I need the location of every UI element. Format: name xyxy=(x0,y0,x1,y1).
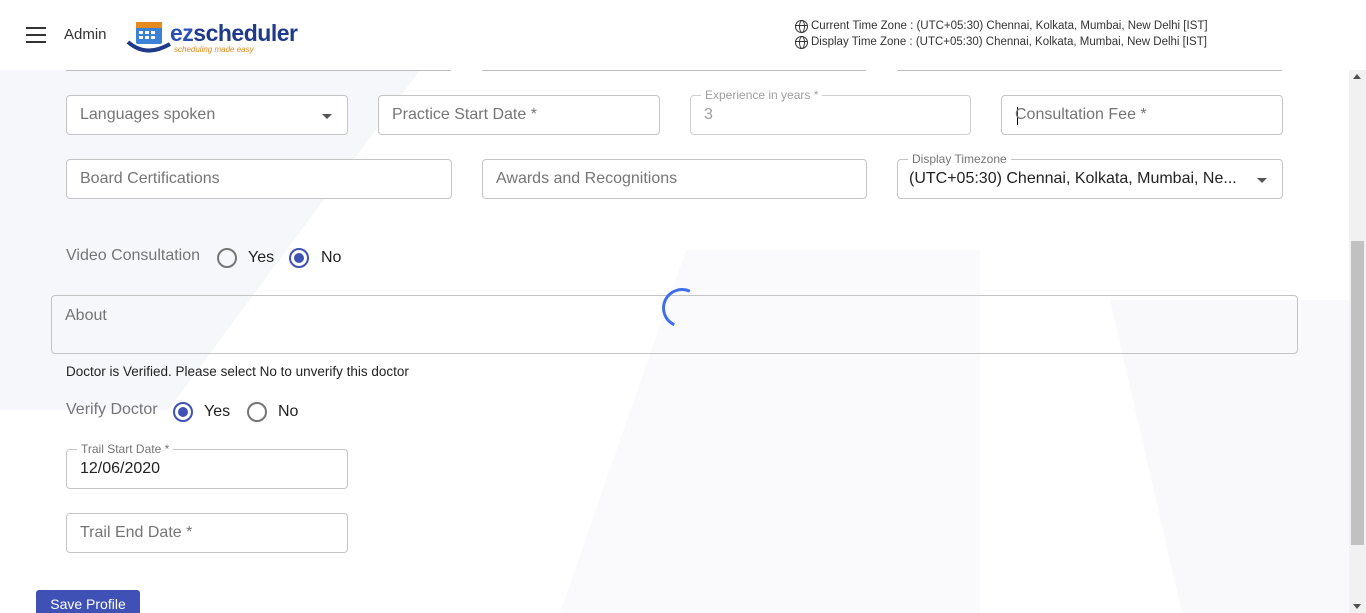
experience-years-field[interactable]: Experience in years * 3 xyxy=(690,88,971,135)
logo-text: ezscheduler xyxy=(170,20,298,46)
dropdown-arrow-icon xyxy=(1257,178,1267,183)
scroll-down-arrow-icon[interactable] xyxy=(1353,604,1361,609)
admin-label: Admin xyxy=(64,26,107,43)
globe-icon xyxy=(795,35,808,49)
board-certifications-field[interactable]: Board Certifications xyxy=(66,159,452,199)
dropdown-arrow-icon xyxy=(322,114,332,119)
video-consultation-no-label[interactable]: No xyxy=(321,249,341,267)
hamburger-menu-icon[interactable] xyxy=(26,27,46,43)
current-timezone: Current Time Zone : (UTC+05:30) Chennai,… xyxy=(795,18,1208,34)
verify-doctor-yes-radio[interactable] xyxy=(173,402,193,422)
calendar-logo-icon xyxy=(126,22,172,53)
verify-doctor-no-radio[interactable] xyxy=(247,402,267,422)
awards-recognitions-field[interactable]: Awards and Recognitions xyxy=(482,159,867,199)
field-underline xyxy=(66,70,451,71)
field-underline xyxy=(897,70,1282,71)
verify-doctor-label: Verify Doctor xyxy=(66,401,158,418)
timezone-info: Current Time Zone : (UTC+05:30) Chennai,… xyxy=(795,18,1208,50)
scroll-up-arrow-icon[interactable] xyxy=(1353,74,1361,79)
video-consultation-yes-radio[interactable] xyxy=(217,248,237,268)
app-header: Admin ezscheduler scheduling made easy C… xyxy=(0,0,1366,70)
globe-icon xyxy=(795,19,808,33)
verified-note: Doctor is Verified. Please select No to … xyxy=(66,364,409,379)
trail-start-date-field[interactable]: Trail Start Date * 12/06/2020 xyxy=(66,442,348,489)
practice-start-date-field[interactable]: Practice Start Date * xyxy=(378,95,660,135)
vertical-scrollbar[interactable] xyxy=(1349,70,1366,613)
verify-doctor-yes-label[interactable]: Yes xyxy=(204,403,230,421)
verify-doctor-no-label[interactable]: No xyxy=(278,403,298,421)
field-underline xyxy=(482,70,866,71)
display-timezone: Display Time Zone : (UTC+05:30) Chennai,… xyxy=(795,34,1208,50)
logo-tagline: scheduling made easy xyxy=(174,45,254,54)
video-consultation-no-radio[interactable] xyxy=(289,248,309,268)
save-profile-button[interactable]: Save Profile xyxy=(36,590,140,613)
video-consultation-label: Video Consultation xyxy=(66,247,201,264)
video-consultation-yes-label[interactable]: Yes xyxy=(248,249,274,267)
trail-end-date-field[interactable]: Trail End Date * xyxy=(66,513,348,553)
languages-spoken-select[interactable]: Languages spoken xyxy=(66,95,348,135)
consultation-fee-field[interactable]: Consultation Fee * xyxy=(1001,95,1283,135)
display-timezone-select[interactable]: Display Timezone (UTC+05:30) Chennai, Ko… xyxy=(897,152,1283,199)
scrollbar-thumb[interactable] xyxy=(1351,241,1364,545)
ezscheduler-logo[interactable]: ezscheduler scheduling made easy xyxy=(126,14,298,56)
